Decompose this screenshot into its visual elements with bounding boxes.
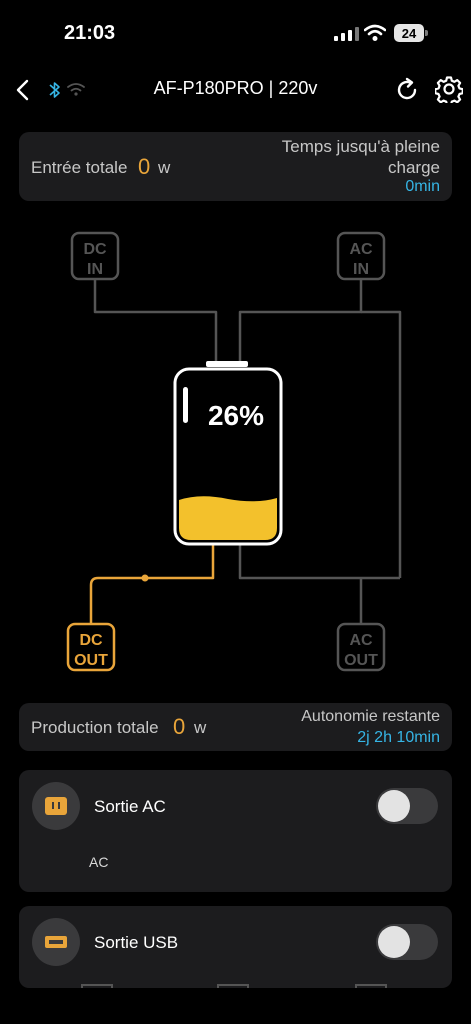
usb-output-toggle[interactable] — [376, 924, 438, 960]
usb-port-icon-3 — [355, 984, 387, 988]
time-to-full-value: 0min — [405, 178, 440, 195]
total-output-label: Production totale — [31, 718, 159, 737]
time-to-full-label-1: Temps jusqu'à pleine — [281, 137, 440, 156]
total-input-value: 0 — [138, 154, 151, 179]
battery-level-badge: 24 — [394, 24, 424, 42]
input-card: Entrée totale 0 w Temps jusqu'à pleine c… — [19, 132, 452, 201]
battery-terminal — [206, 361, 248, 367]
ac-output-toggle[interactable] — [376, 788, 438, 824]
battery-indicator-bar — [183, 387, 188, 423]
usb-icon-wrap — [32, 918, 80, 966]
usb-port-icon-1 — [81, 984, 113, 988]
ac-socket-icon-wrap — [32, 782, 80, 830]
refresh-icon[interactable] — [394, 77, 420, 103]
wifi-icon — [364, 24, 386, 41]
dc-out-label-2: OUT — [74, 652, 108, 669]
total-input-label: Entrée totale — [31, 158, 128, 177]
total-output-unit: w — [194, 718, 207, 737]
ac-output-label: Sortie AC — [94, 797, 166, 816]
total-output-value: 0 — [173, 714, 186, 739]
ac-in-label-2: IN — [353, 261, 369, 278]
autonomy-label: Autonomie restante — [301, 708, 440, 725]
status-time: 21:03 — [64, 22, 116, 44]
autonomy-value: 2j 2h 10min — [357, 729, 440, 746]
time-to-full-label-2: charge — [388, 158, 440, 177]
usb-output-label: Sortie USB — [94, 933, 179, 952]
ac-output-card: Sortie AC AC — [19, 770, 452, 892]
usb-port-icon-2 — [217, 984, 249, 988]
ac-socket-icon — [45, 797, 67, 815]
battery-fill-level — [179, 496, 277, 540]
ac-in-label-1: AC — [349, 241, 373, 258]
output-card: Production totale 0 w Autonomie restante… — [19, 703, 452, 751]
toggle-knob — [378, 790, 410, 822]
battery-tip — [425, 30, 428, 36]
battery-percent: 26% — [208, 400, 264, 431]
cellular-signal-icon — [334, 27, 359, 41]
dc-in-label-1: DC — [83, 241, 107, 258]
power-flow-diagram: DC IN AC IN DC OUT AC OUT 26% — [66, 231, 402, 672]
ac-output-sub-label: AC — [89, 854, 109, 870]
usb-output-card: Sortie USB — [19, 906, 452, 988]
toggle-knob — [378, 926, 410, 958]
usb-port-icon — [45, 936, 67, 948]
dc-out-label-1: DC — [79, 632, 103, 649]
total-input-unit: w — [158, 158, 171, 177]
ac-out-label-1: AC — [349, 632, 373, 649]
ac-out-label-2: OUT — [344, 652, 378, 669]
dc-in-label-2: IN — [87, 261, 103, 278]
gear-icon[interactable] — [435, 75, 463, 103]
